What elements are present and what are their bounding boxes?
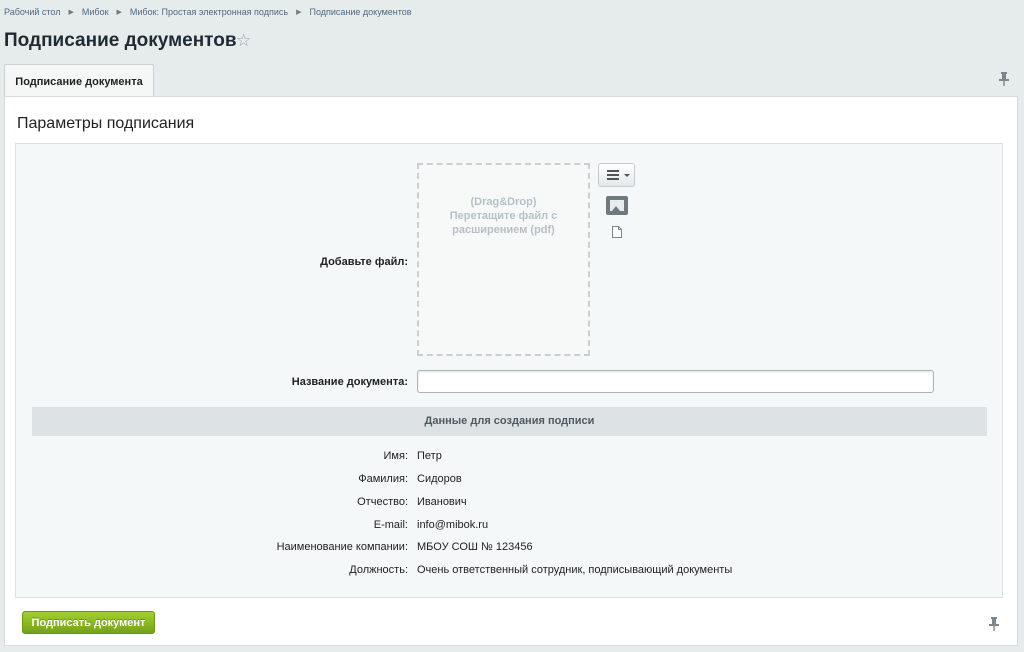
email-label: E-mail: xyxy=(373,519,408,531)
upload-menu-button[interactable] xyxy=(598,163,635,187)
main-panel: Параметры подписания Добавьте файл: (Dra… xyxy=(4,96,1018,646)
page-title: Подписание документов xyxy=(4,30,237,51)
dropzone-hint: (Drag&Drop) Перетащите файл с расширение… xyxy=(419,195,588,237)
upload-label: Добавьте файл: xyxy=(320,256,408,268)
breadcrumb-separator-icon: ▶ xyxy=(116,9,122,16)
breadcrumb-item-desktop[interactable]: Рабочий стол xyxy=(4,7,61,17)
breadcrumb-separator-icon: ▶ xyxy=(296,9,302,16)
dropzone-hint-line: Перетащите файл с xyxy=(449,210,558,222)
image-icon[interactable] xyxy=(606,196,628,215)
signature-data-header: Данные для создания подписи xyxy=(32,407,987,436)
tab-sign-document[interactable]: Подписание документа xyxy=(4,64,154,96)
patronymic-value: Иванович xyxy=(417,496,467,508)
position-value: Очень ответственный сотрудник, подписыва… xyxy=(417,564,733,576)
doc-name-input[interactable] xyxy=(417,370,934,393)
position-label: Должность: xyxy=(349,564,408,576)
star-icon[interactable]: ☆ xyxy=(236,31,251,51)
first-name-value: Петр xyxy=(417,450,442,462)
doc-name-label: Название документа: xyxy=(291,376,408,388)
breadcrumb-item-module[interactable]: Мибок: Простая электронная подпись xyxy=(130,7,288,17)
signing-form: Добавьте файл: (Drag&Drop) Перетащите фа… xyxy=(15,143,1003,598)
patronymic-label: Отчество: xyxy=(357,496,408,508)
sign-document-button[interactable]: Подписать документ xyxy=(22,611,155,634)
breadcrumb-separator-icon: ▶ xyxy=(68,9,74,16)
company-label: Наименование компании: xyxy=(276,541,408,553)
chevron-down-icon xyxy=(624,174,630,177)
dropzone-hint-line: (Drag&Drop) xyxy=(470,196,537,208)
email-value: info@mibok.ru xyxy=(417,519,489,531)
breadcrumb-item-current[interactable]: Подписание документов xyxy=(309,7,411,17)
dropzone-hint-line: расширением (pdf) xyxy=(452,224,555,236)
menu-icon xyxy=(607,170,619,182)
last-name-label: Фамилия: xyxy=(358,473,408,485)
last-name-value: Сидоров xyxy=(417,473,462,485)
company-value: МБОУ СОШ № 123456 xyxy=(417,541,533,553)
breadcrumb-item-mibok[interactable]: Мибок xyxy=(82,7,109,17)
pin-icon[interactable] xyxy=(999,72,1009,86)
breadcrumb: Рабочий стол ▶ Мибок ▶ Мибок: Простая электр… xyxy=(4,7,412,17)
pin-icon[interactable] xyxy=(989,617,999,631)
section-title: Параметры подписания xyxy=(17,115,195,132)
file-icon[interactable] xyxy=(612,225,622,238)
file-dropzone[interactable]: (Drag&Drop) Перетащите файл с расширение… xyxy=(417,163,590,356)
first-name-label: Имя: xyxy=(383,450,408,462)
